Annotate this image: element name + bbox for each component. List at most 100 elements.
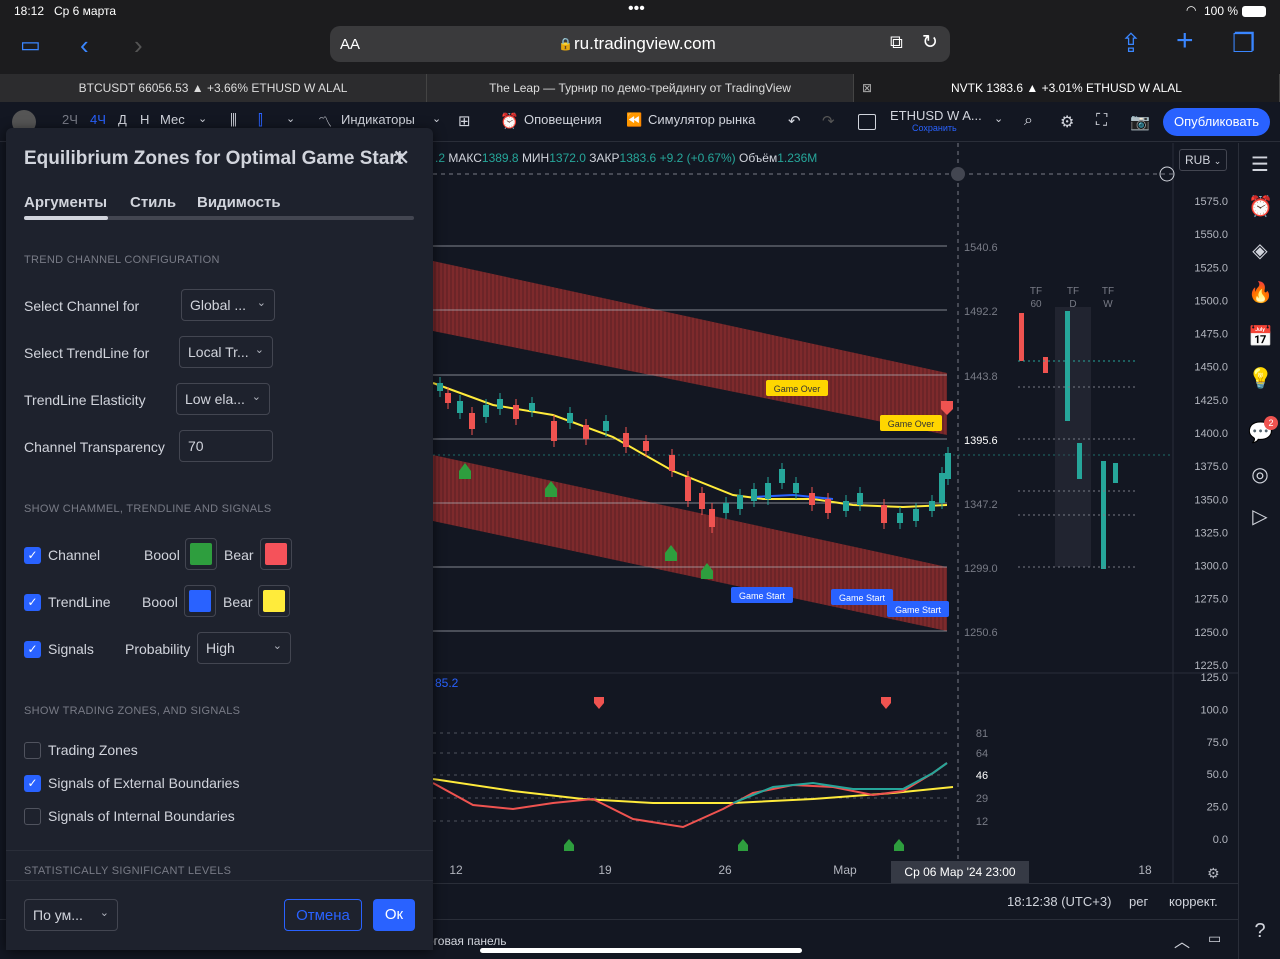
close-tab-icon[interactable]: ⊠ bbox=[862, 74, 872, 102]
alert-icon[interactable]: ⏰ bbox=[500, 112, 519, 130]
calendar-icon[interactable]: 📅 bbox=[1248, 325, 1273, 349]
help-icon[interactable]: ? bbox=[1248, 919, 1272, 943]
simulator-button[interactable]: Симулятор рынка bbox=[648, 112, 755, 127]
trendline-bull-color[interactable] bbox=[184, 585, 216, 617]
sidebar-icon[interactable]: ▭ bbox=[20, 32, 41, 58]
level-label: 1395.6 bbox=[964, 435, 998, 447]
share-icon[interactable]: ⇪ bbox=[1120, 30, 1142, 56]
close-icon[interactable]: ✕ bbox=[392, 145, 410, 171]
time-settings-icon[interactable]: ⚙ bbox=[1207, 865, 1220, 882]
indicators-button[interactable]: Индикаторы bbox=[341, 112, 415, 127]
cancel-button[interactable]: Отмена bbox=[284, 899, 362, 931]
channel-checkbox[interactable]: ✓ bbox=[24, 547, 41, 564]
quick-search-icon[interactable]: ⌕ bbox=[1024, 112, 1033, 130]
chevron-down-icon: ⌄ bbox=[251, 391, 261, 403]
osc-level-label: 46 bbox=[976, 770, 988, 782]
timeframe-4h[interactable]: 4Ч bbox=[90, 112, 106, 127]
session-toggle[interactable]: рег bbox=[1129, 894, 1148, 909]
browser-tab-nvtk[interactable]: ⊠ NVTK 1383.6 ▲ +3.01% ETHUSD W ALAL bbox=[854, 74, 1280, 102]
replay-icon[interactable]: ⏪ bbox=[626, 112, 642, 128]
chart-bottom-bar: 18:12:38 (UTC+3) рег коррект. bbox=[433, 883, 1238, 919]
layout-icon[interactable] bbox=[858, 114, 876, 130]
tab-visibility[interactable]: Видимость bbox=[197, 194, 281, 211]
timeframe-d[interactable]: Д bbox=[118, 112, 127, 127]
chart-pane[interactable]: 1540.6 1492.2 1443.8 1395.6 1347.2 1299.0 1250… bbox=[433, 143, 1238, 883]
chevron-down-icon[interactable]: ⌄ bbox=[432, 112, 441, 125]
trading-zones-checkbox[interactable] bbox=[24, 742, 41, 759]
ok-button[interactable]: Ок bbox=[373, 899, 415, 931]
publish-button[interactable]: Опубликовать bbox=[1163, 108, 1271, 136]
osc-level-label: 64 bbox=[976, 748, 988, 760]
back-icon[interactable]: ‹ bbox=[80, 32, 89, 58]
trendline-bull-label: Boool bbox=[142, 594, 178, 610]
adjust-toggle[interactable]: коррект. bbox=[1169, 894, 1218, 909]
ext-boundaries-checkbox[interactable]: ✓ bbox=[24, 775, 41, 792]
defaults-dropdown[interactable]: По ум... ⌄ bbox=[24, 899, 118, 931]
translate-icon[interactable]: ⧉ bbox=[890, 32, 903, 53]
layout-name[interactable]: ETHUSD W A... bbox=[890, 108, 982, 123]
watchlist-icon[interactable]: ☰ bbox=[1248, 153, 1272, 177]
tab-arguments[interactable]: Аргументы bbox=[24, 194, 107, 211]
chevron-up-icon[interactable]: ︿ bbox=[1174, 928, 1190, 952]
chevron-down-icon[interactable]: ⌄ bbox=[994, 112, 1003, 125]
select-trendline-value: Local Tr... bbox=[188, 344, 249, 360]
change-value: +9.2 (+0.67%) bbox=[659, 151, 736, 165]
layers-icon[interactable]: ◈ bbox=[1248, 239, 1272, 263]
redo-icon[interactable]: ↷ bbox=[822, 112, 835, 130]
candles-icon[interactable]: ⫿ bbox=[258, 112, 263, 129]
save-link[interactable]: Сохранить bbox=[912, 123, 957, 133]
transparency-input[interactable]: 70 bbox=[179, 430, 273, 462]
reader-text-size-button[interactable]: AA bbox=[340, 36, 360, 53]
probability-dropdown[interactable]: High ⌄ bbox=[197, 632, 291, 664]
timeframe-m[interactable]: Мес bbox=[160, 112, 185, 127]
signals-label: Signals bbox=[48, 641, 94, 657]
channel-bear-color[interactable] bbox=[260, 538, 292, 570]
trading-panel-tab[interactable]: рговая панель bbox=[427, 934, 507, 948]
chart-canvas[interactable]: 1540.61492.21443.81395.61347.21299.01250… bbox=[433, 143, 1238, 883]
ideas-lightbulb-icon[interactable]: 💡 bbox=[1248, 367, 1273, 391]
templates-icon[interactable]: ⊞ bbox=[458, 112, 471, 130]
tab-style[interactable]: Стиль bbox=[130, 194, 176, 211]
select-channel-dropdown[interactable]: Global ... ⌄ bbox=[181, 289, 275, 321]
channel-bull-color[interactable] bbox=[185, 538, 217, 570]
new-tab-icon[interactable]: + bbox=[1176, 26, 1194, 56]
channel-bull-label: Boool bbox=[144, 547, 180, 563]
int-boundaries-checkbox[interactable] bbox=[24, 808, 41, 825]
chevron-down-icon[interactable]: ⌄ bbox=[198, 112, 207, 125]
osc-bull-marker bbox=[564, 839, 574, 851]
level-label: 1443.8 bbox=[964, 371, 998, 383]
browser-tab-the-leap[interactable]: The Leap — Турнир по демо-трейдингу от T… bbox=[427, 74, 854, 102]
battery-icon bbox=[1242, 6, 1266, 17]
camera-icon[interactable]: 📷 bbox=[1130, 112, 1150, 132]
forward-icon[interactable]: › bbox=[134, 32, 143, 58]
timeframe-2h[interactable]: 2Ч bbox=[62, 112, 78, 127]
browser-tab-btcusdt[interactable]: BTCUSDT 66056.53 ▲ +3.66% ETHUSD W ALAL bbox=[0, 74, 427, 102]
tabs-overview-icon[interactable]: ❐ bbox=[1232, 30, 1255, 56]
hotlists-fire-icon[interactable]: 🔥 bbox=[1248, 281, 1273, 305]
channel-label: Channel bbox=[48, 547, 101, 563]
url-text[interactable]: ru.tradingview.com bbox=[574, 34, 716, 54]
signals-checkbox[interactable]: ✓ bbox=[24, 641, 41, 658]
game-start-label: Game Start bbox=[739, 591, 786, 601]
fullscreen-icon[interactable]: ⛶ bbox=[1096, 112, 1107, 130]
multitask-dots-icon[interactable]: ••• bbox=[628, 0, 645, 18]
chevron-down-icon[interactable]: ⌄ bbox=[286, 112, 295, 125]
level-label: 1250.6 bbox=[964, 627, 998, 639]
currency-select[interactable]: RUB ⌄ bbox=[1179, 149, 1228, 171]
undo-icon[interactable]: ↶ bbox=[788, 112, 801, 130]
timeframe-w[interactable]: Н bbox=[140, 112, 149, 127]
candle-body bbox=[929, 501, 935, 511]
alarm-clock-icon[interactable]: ⏰ bbox=[1248, 195, 1273, 219]
bar-style-icon[interactable]: ⫼ bbox=[230, 112, 237, 129]
elasticity-dropdown[interactable]: Low ela... ⌄ bbox=[176, 383, 270, 415]
settings-gear-icon[interactable]: ⚙ bbox=[1060, 112, 1074, 132]
streams-icon[interactable]: ◎ bbox=[1248, 463, 1272, 487]
address-bar[interactable]: AA 🔒 ru.tradingview.com ⧉ ↻ bbox=[330, 26, 950, 62]
reload-icon[interactable]: ↻ bbox=[922, 31, 938, 54]
select-trendline-dropdown[interactable]: Local Tr... ⌄ bbox=[179, 336, 273, 368]
trendline-bear-color[interactable] bbox=[258, 585, 290, 617]
alerts-button[interactable]: Оповещения bbox=[524, 112, 602, 127]
replay-play-icon[interactable]: ▷ bbox=[1248, 505, 1272, 529]
trendline-checkbox[interactable]: ✓ bbox=[24, 594, 41, 611]
maximize-panel-icon[interactable]: ▭ bbox=[1208, 930, 1221, 947]
